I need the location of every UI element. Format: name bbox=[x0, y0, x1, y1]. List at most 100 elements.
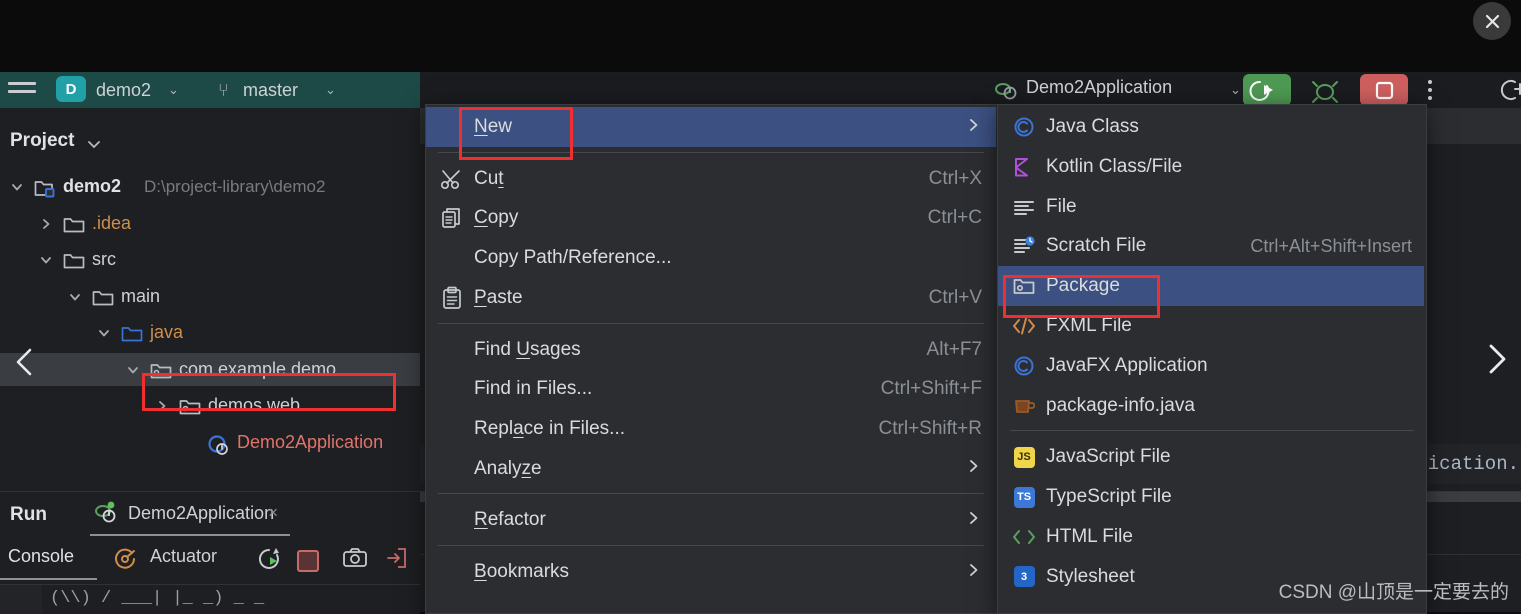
chevron-right-icon bbox=[968, 562, 980, 583]
add-tab-button[interactable] bbox=[1493, 76, 1521, 104]
chevron-down-icon[interactable] bbox=[126, 363, 140, 382]
project-chevron-down-icon[interactable]: ⌄ bbox=[168, 82, 179, 98]
submenu-item-javafx-application[interactable]: JavaFX Application bbox=[998, 346, 1424, 386]
chevron-right-icon bbox=[970, 460, 978, 472]
submenu-item-label: Package bbox=[1046, 275, 1120, 297]
run-tool-window: Run Demo2Application × Console Actuator bbox=[0, 491, 420, 614]
export-icon[interactable] bbox=[384, 547, 408, 569]
submenu-item-fxml-file[interactable]: FXML File bbox=[998, 306, 1424, 346]
debug-button[interactable] bbox=[1303, 74, 1347, 106]
menu-item-cut[interactable]: Cut Ctrl+X bbox=[426, 159, 996, 199]
menu-item-refactor[interactable]: Refactor bbox=[426, 500, 996, 540]
menu-item-bookmarks[interactable]: Bookmarks bbox=[426, 552, 996, 592]
tree-node-demo2[interactable]: demo2 D:\project-library\demo2 bbox=[0, 170, 420, 203]
actuator-tab[interactable]: Actuator bbox=[150, 546, 217, 567]
tree-node-demos-web[interactable]: demos.web bbox=[0, 389, 420, 422]
rerun-icon[interactable] bbox=[258, 546, 284, 570]
submenu-separator bbox=[1010, 430, 1414, 432]
submenu-item-file[interactable]: File bbox=[998, 187, 1424, 227]
ts-icon: TS bbox=[1012, 485, 1036, 509]
chevron-right-icon[interactable] bbox=[39, 217, 53, 236]
submenu-item-html-file[interactable]: HTML File bbox=[998, 517, 1424, 557]
html-icon bbox=[1013, 530, 1035, 544]
watermark: CSDN @山顶是一定要去的 bbox=[1278, 582, 1509, 603]
chevron-right-icon bbox=[968, 510, 980, 531]
run-config-chevron-down-icon[interactable]: ⌄ bbox=[1230, 82, 1241, 98]
branch-name[interactable]: master bbox=[243, 80, 298, 101]
chevron-left-icon bbox=[16, 348, 32, 376]
nav-forward-button[interactable] bbox=[1479, 340, 1513, 378]
chevron-down-icon bbox=[70, 293, 80, 300]
chevron-down-icon[interactable] bbox=[39, 253, 53, 272]
submenu-item-package[interactable]: Package bbox=[998, 266, 1424, 307]
folder-icon bbox=[63, 252, 85, 275]
menu-item-paste[interactable]: Paste Ctrl+V bbox=[426, 278, 996, 318]
folder-icon bbox=[92, 290, 114, 305]
project-tool-window: Project demo2 D:\project-library\demo2 .id… bbox=[0, 108, 420, 491]
menu-item-label: Paste bbox=[474, 286, 523, 308]
chevron-down-icon[interactable] bbox=[10, 180, 24, 199]
run-icon bbox=[1249, 80, 1273, 101]
menu-item-new[interactable]: New bbox=[426, 107, 996, 147]
tree-node-demo2application[interactable]: Demo2Application bbox=[0, 426, 420, 459]
scratch-file-icon bbox=[1014, 236, 1035, 254]
chevron-down-icon[interactable] bbox=[97, 326, 111, 345]
run-button[interactable] bbox=[1243, 74, 1291, 106]
spring-class-icon bbox=[208, 434, 229, 460]
project-name[interactable]: demo2 bbox=[96, 80, 151, 101]
chevron-right-icon bbox=[970, 511, 978, 524]
menu-item-replace-in-files[interactable]: Replace in Files... Ctrl+Shift+R bbox=[426, 409, 996, 449]
tree-node-java[interactable]: java bbox=[0, 316, 420, 349]
chevron-right-icon bbox=[970, 118, 978, 131]
run-config-name[interactable]: Demo2Application bbox=[1026, 77, 1172, 98]
tree-node-path: D:\project-library\demo2 bbox=[144, 176, 326, 196]
project-panel-chevron-down-icon[interactable] bbox=[86, 136, 102, 154]
js-icon: JS bbox=[1013, 446, 1035, 468]
menu-item-copy[interactable]: Copy Ctrl+C bbox=[426, 198, 996, 238]
stop-square-icon[interactable] bbox=[297, 550, 319, 572]
run-tab-close-icon[interactable]: × bbox=[268, 503, 278, 523]
menu-item-shortcut: Ctrl+Shift+F bbox=[880, 378, 982, 400]
nav-back-button[interactable] bbox=[10, 345, 40, 379]
console-output[interactable]: (\\) / ___| |_ _) _ _ bbox=[0, 584, 420, 614]
menu-item-label: New bbox=[474, 116, 513, 137]
scissors-icon bbox=[440, 169, 460, 189]
chevron-right-icon[interactable] bbox=[155, 399, 169, 418]
tree-node-com-example-demo[interactable]: com.example.demo bbox=[0, 352, 420, 386]
actuator-icon[interactable] bbox=[112, 546, 138, 570]
tree-node-label: src bbox=[92, 249, 116, 269]
add-tab-icon bbox=[1500, 80, 1521, 100]
console-tab[interactable]: Console bbox=[8, 546, 74, 567]
run-tab-demo2application[interactable]: Demo2Application × bbox=[90, 492, 290, 536]
submenu-item-shortcut: Ctrl+Alt+Shift+Insert bbox=[1250, 235, 1412, 256]
submenu-item-typescript-file[interactable]: TS TypeScript File bbox=[998, 477, 1424, 517]
menu-item-find-in-files[interactable]: Find in Files... Ctrl+Shift+F bbox=[426, 369, 996, 409]
tree-node-main[interactable]: main bbox=[0, 280, 420, 313]
chevron-down-icon bbox=[41, 257, 51, 264]
branch-chevron-down-icon[interactable]: ⌄ bbox=[325, 82, 336, 98]
new-submenu: Java Class Kotlin Class/File File Scratch F… bbox=[997, 104, 1427, 614]
camera-icon[interactable] bbox=[342, 547, 368, 569]
submenu-item-scratch-file[interactable]: Scratch File Ctrl+Alt+Shift+Insert bbox=[998, 226, 1424, 266]
spring-run-icon bbox=[95, 501, 116, 523]
console-tab-underline bbox=[0, 578, 97, 580]
submenu-item-kotlin-class-file[interactable]: Kotlin Class/File bbox=[998, 147, 1424, 187]
menu-item-analyze[interactable]: Analyze bbox=[426, 449, 996, 489]
chevron-down-icon[interactable] bbox=[68, 290, 82, 309]
tree-node--idea[interactable]: .idea bbox=[0, 207, 420, 240]
submenu-item-java-class[interactable]: Java Class bbox=[998, 107, 1424, 147]
java-cup-icon bbox=[1012, 394, 1036, 418]
submenu-item-package-info-java[interactable]: package-info.java bbox=[998, 386, 1424, 426]
close-button[interactable] bbox=[1473, 2, 1511, 40]
submenu-item-javascript-file[interactable]: JS JavaScript File bbox=[998, 437, 1424, 477]
menu-separator bbox=[438, 545, 984, 546]
menu-item-find-usages[interactable]: Find Usages Alt+F7 bbox=[426, 330, 996, 370]
submenu-item-label: Kotlin Class/File bbox=[1046, 155, 1183, 177]
tree-node-src[interactable]: src bbox=[0, 243, 420, 276]
stop-button[interactable] bbox=[1360, 74, 1408, 106]
menu-item-copy-path-reference[interactable]: Copy Path/Reference... bbox=[426, 238, 996, 278]
hamburger-icon[interactable] bbox=[8, 80, 36, 100]
more-options-button[interactable] bbox=[1420, 74, 1440, 106]
menu-item-shortcut: Ctrl+Shift+R bbox=[878, 417, 982, 439]
tree-node-label: main bbox=[121, 285, 161, 306]
